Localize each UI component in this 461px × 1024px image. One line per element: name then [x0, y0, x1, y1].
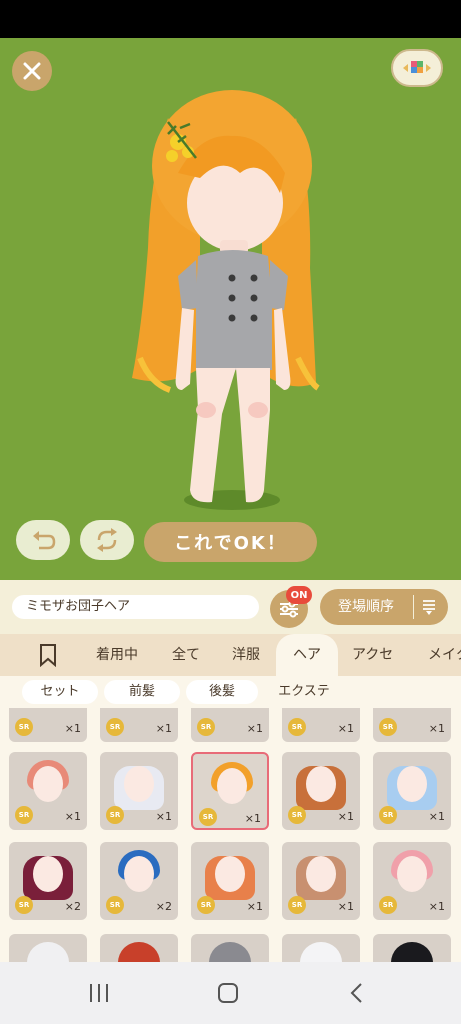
- item-toolbar: ミモザお団子ヘア ON 登場順序: [0, 580, 461, 634]
- rarity-badge: SR: [15, 806, 33, 824]
- mannequin-head: [124, 856, 154, 892]
- app-screen: これでOK！ ミモザお団子ヘア ON 登場順序 着用中 全て 洋服 ヘア アクセ…: [0, 0, 461, 1024]
- item-tile[interactable]: [282, 934, 360, 962]
- undo-icon: [33, 531, 56, 550]
- tab-wearing[interactable]: 着用中: [96, 634, 138, 676]
- item-tile[interactable]: SR ×1: [373, 842, 451, 920]
- rarity-badge: SR: [15, 896, 33, 914]
- item-tile-selected[interactable]: SR ×1: [191, 752, 269, 830]
- item-tile[interactable]: SR ×1: [191, 708, 269, 742]
- subtab-bangs[interactable]: 前髪: [104, 680, 180, 704]
- item-hair: [300, 942, 342, 962]
- sort-icon[interactable]: [421, 598, 437, 616]
- item-count: ×1: [428, 900, 445, 913]
- item-tile[interactable]: SR ×1: [191, 842, 269, 920]
- item-count: ×1: [246, 722, 263, 735]
- item-tile[interactable]: SR ×1: [282, 752, 360, 830]
- recent-apps-icon[interactable]: [88, 982, 110, 1004]
- rarity-badge: SR: [106, 718, 124, 736]
- item-tile[interactable]: SR ×2: [9, 842, 87, 920]
- item-hair: [27, 942, 69, 962]
- mannequin-head: [217, 768, 247, 804]
- home-icon[interactable]: [217, 982, 239, 1004]
- subtab-set[interactable]: セット: [22, 680, 98, 704]
- rarity-badge: SR: [288, 806, 306, 824]
- item-count: ×1: [64, 810, 81, 823]
- rarity-badge: SR: [379, 896, 397, 914]
- rarity-badge: SR: [379, 806, 397, 824]
- subtab-back-hair[interactable]: 後髪: [186, 680, 258, 704]
- rarity-badge: SR: [106, 806, 124, 824]
- rarity-badge: SR: [288, 896, 306, 914]
- mannequin-head: [33, 766, 63, 802]
- mannequin-head: [397, 856, 427, 892]
- item-tile[interactable]: [191, 934, 269, 962]
- back-icon[interactable]: [346, 982, 368, 1004]
- shuffle-icon: [97, 528, 117, 552]
- item-count: ×1: [337, 810, 354, 823]
- item-tile[interactable]: SR ×1: [9, 708, 87, 742]
- item-tile[interactable]: SR ×1: [373, 708, 451, 742]
- item-count: ×1: [428, 722, 445, 735]
- rarity-badge: SR: [197, 896, 215, 914]
- item-count: ×1: [428, 810, 445, 823]
- item-hair: [209, 942, 251, 962]
- item-count: ×1: [337, 722, 354, 735]
- item-hair: [118, 942, 160, 962]
- rarity-badge: SR: [15, 718, 33, 736]
- tab-all[interactable]: 全て: [172, 634, 200, 676]
- system-nav-bar: [0, 962, 461, 1024]
- item-tile[interactable]: [373, 934, 451, 962]
- sort-order-button[interactable]: 登場順序: [320, 589, 448, 625]
- tab-accessories[interactable]: アクセ: [352, 634, 393, 676]
- item-tile[interactable]: SR ×1: [373, 752, 451, 830]
- mannequin-head: [306, 856, 336, 892]
- item-tile[interactable]: SR ×1: [100, 752, 178, 830]
- shuffle-button[interactable]: [80, 520, 134, 560]
- avatar-preview: [132, 90, 320, 510]
- rarity-badge: SR: [199, 808, 217, 826]
- rarity-badge: SR: [106, 896, 124, 914]
- tab-makeup[interactable]: メイク: [428, 634, 461, 676]
- item-count: ×2: [155, 900, 172, 913]
- item-grid: SR ×1 SR ×1 SR ×1 SR ×1 SR ×1 SR ×1 SR ×…: [0, 708, 461, 962]
- rarity-badge: SR: [288, 718, 306, 736]
- item-tile[interactable]: [100, 934, 178, 962]
- tab-hair[interactable]: ヘア: [276, 634, 338, 676]
- item-count: ×1: [155, 810, 172, 823]
- hair-subtabs: セット 前髪 後髪 エクステ: [0, 676, 461, 708]
- rarity-badge: SR: [379, 718, 397, 736]
- subtab-extensions[interactable]: エクステ: [266, 680, 342, 704]
- item-tile[interactable]: SR ×1: [282, 708, 360, 742]
- item-tile[interactable]: SR ×1: [282, 842, 360, 920]
- bookmark-icon[interactable]: [38, 643, 58, 667]
- selected-item-name: ミモザお団子ヘア: [12, 595, 259, 619]
- confirm-ok-button[interactable]: これでOK！: [144, 522, 317, 562]
- sort-order-label: 登場順序: [338, 599, 394, 615]
- item-count: ×1: [244, 812, 261, 825]
- undo-button[interactable]: [16, 520, 70, 560]
- mannequin-head: [124, 766, 154, 802]
- item-count: ×1: [155, 722, 172, 735]
- item-count: ×1: [337, 900, 354, 913]
- item-count: ×2: [64, 900, 81, 913]
- rarity-badge: SR: [197, 718, 215, 736]
- item-tile[interactable]: SR ×2: [100, 842, 178, 920]
- tab-clothes[interactable]: 洋服: [232, 634, 260, 676]
- mannequin-head: [397, 766, 427, 802]
- filter-on-badge: ON: [286, 586, 312, 604]
- item-count: ×1: [64, 722, 81, 735]
- item-tile[interactable]: SR ×1: [100, 708, 178, 742]
- avatar-stage: これでOK！: [0, 38, 461, 580]
- item-tile[interactable]: [9, 934, 87, 962]
- status-bar: [0, 0, 461, 38]
- mannequin-head: [33, 856, 63, 892]
- item-tile[interactable]: SR ×1: [9, 752, 87, 830]
- mannequin-head: [306, 766, 336, 802]
- item-count: ×1: [246, 900, 263, 913]
- sort-divider: [413, 595, 414, 619]
- mannequin-head: [215, 856, 245, 892]
- item-hair: [391, 942, 433, 962]
- category-tabs: 着用中 全て 洋服 ヘア アクセ メイク: [0, 634, 461, 676]
